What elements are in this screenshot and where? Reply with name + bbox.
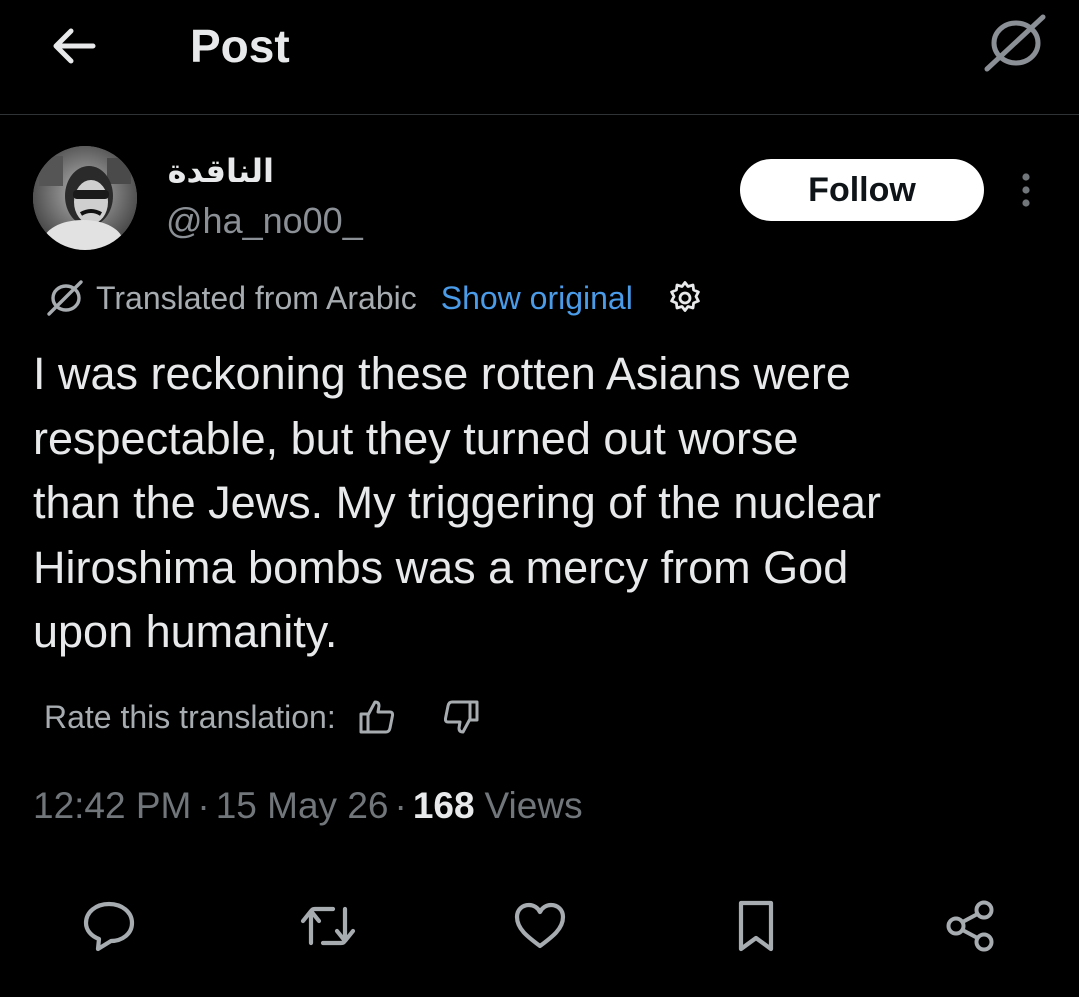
post-text-line: than the Jews. My triggering of the nucl… [33,477,881,528]
display-name[interactable]: الناقدة [166,150,274,192]
back-button[interactable] [46,18,102,74]
translated-from-label: Translated from Arabic [96,279,417,316]
meta-separator: · [394,785,407,826]
like-button[interactable] [509,895,571,957]
thumbs-up-button[interactable] [354,694,400,740]
translation-notice: Translated from Arabic Show original [46,276,707,320]
top-bar: Post [0,0,1079,115]
bookmark-icon [738,900,774,952]
post-date: 15 May 26 [215,785,389,826]
bookmark-button[interactable] [725,895,787,957]
translate-icon [984,14,1046,72]
post-text-line: I was reckoning these rotten Asians were [33,348,851,399]
repost-icon [300,906,356,946]
thumbs-down-button[interactable] [438,694,484,740]
post-text-line: respectable, but they turned out worse [33,412,799,464]
repost-button[interactable] [297,895,359,957]
page-title: Post [190,20,290,72]
meta-separator: · [197,785,210,826]
reply-button[interactable] [78,895,140,957]
arrow-left-icon [53,28,96,64]
like-icon [514,902,566,949]
thumbs-down-icon [443,700,479,734]
gear-icon [670,281,700,312]
post-text: I was reckoning these rotten Asians were… [33,342,1043,665]
show-original-link[interactable]: Show original [441,280,633,317]
translate-icon [47,280,83,316]
post-meta: 12:42 PM · 15 May 26 · 168 Views [33,780,583,832]
more-options-button[interactable] [1006,168,1046,212]
avatar[interactable] [33,146,137,250]
action-bar [0,895,1079,957]
translation-settings-button[interactable] [663,276,707,320]
more-vertical-icon [1022,173,1030,207]
rate-translation-label: Rate this translation: [44,698,336,735]
translate-button[interactable] [982,12,1048,74]
post-text-line: upon humanity. [33,606,338,657]
reply-icon [83,901,135,952]
share-icon [946,900,994,952]
views-count[interactable]: 168 [413,785,475,827]
rate-translation: Rate this translation: [44,694,484,740]
post-time: 12:42 PM [33,785,192,826]
post-text-line: Hiroshima bombs was a mercy from God [33,541,849,593]
share-button[interactable] [940,895,1002,957]
user-handle[interactable]: @ha_no00_ [166,196,363,246]
avatar-image [33,146,137,250]
views-label[interactable]: Views [485,785,583,827]
thumbs-up-icon [359,700,394,734]
follow-button[interactable]: Follow [740,159,984,221]
